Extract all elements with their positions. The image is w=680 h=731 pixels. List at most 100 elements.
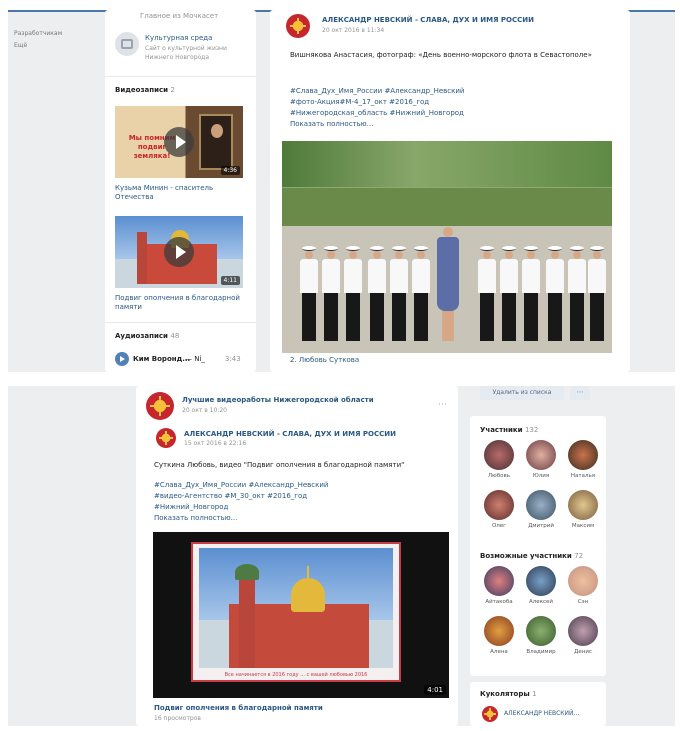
participant-name[interactable]: Алексей bbox=[522, 599, 560, 605]
sailor-figure bbox=[368, 246, 386, 341]
hashtag-line[interactable]: #Нижегородская_область #Нижний_Новгород bbox=[290, 108, 610, 119]
repost-date[interactable]: 20 окт в 10:20 bbox=[182, 407, 227, 414]
participant-name[interactable]: Айтакоба bbox=[480, 599, 518, 605]
participant-item[interactable]: Олег bbox=[480, 490, 518, 529]
avatar[interactable] bbox=[484, 440, 514, 470]
original-post-author[interactable]: АЛЕКСАНДР НЕВСКИЙ - СЛАВА, ДУХ И ИМЯ РОС… bbox=[184, 430, 396, 438]
post-date[interactable]: 20 окт 2016 в 11:34 bbox=[322, 27, 384, 34]
video-duration: 4:36 bbox=[220, 166, 240, 175]
participant-name[interactable]: Олег bbox=[480, 523, 518, 529]
video-player[interactable]: Все начинается в 2016 году ... с вашей л… bbox=[153, 532, 449, 698]
photo-caption[interactable]: 2. Любовь Суткова bbox=[290, 356, 359, 364]
audio-section-title[interactable]: Аудиозаписи 48 bbox=[115, 332, 179, 340]
sailor-figure bbox=[412, 246, 430, 341]
participant-name[interactable]: Наталья bbox=[564, 473, 602, 479]
divider bbox=[105, 76, 256, 77]
participant-name[interactable]: Любовь bbox=[480, 473, 518, 479]
avatar[interactable] bbox=[568, 490, 598, 520]
nav-item-developers[interactable]: Разработчикам bbox=[14, 28, 84, 40]
video-title-1[interactable]: Кузьма Минин - спаситель Отечества bbox=[115, 184, 245, 202]
participant-item[interactable]: Максим bbox=[564, 490, 602, 529]
sailor-figure bbox=[546, 246, 564, 341]
coordinators-title[interactable]: Куколяторы 1 bbox=[480, 690, 537, 698]
post-text: Вишнякова Анастасия, фотограф: «День вое… bbox=[290, 51, 592, 59]
play-icon bbox=[164, 127, 194, 157]
participant-item[interactable]: Владимир bbox=[522, 616, 560, 655]
participant-name[interactable]: Владимир bbox=[522, 649, 560, 655]
avatar[interactable] bbox=[484, 490, 514, 520]
tower-dome bbox=[235, 564, 259, 580]
community-emblem-icon[interactable] bbox=[286, 14, 310, 38]
more-actions-icon[interactable]: ⋯ bbox=[570, 386, 590, 400]
coordinators-block: Куколяторы 1 АЛЕКСАНДР НЕВСКИЙ... bbox=[470, 682, 606, 726]
participant-item[interactable]: Алексей bbox=[522, 566, 560, 605]
show-more-link[interactable]: Показать полностью... bbox=[290, 119, 610, 130]
trees-background bbox=[282, 141, 612, 187]
show-more-link[interactable]: Показать полностью... bbox=[154, 513, 444, 524]
hashtag-line[interactable]: #Слава_Дух_Имя_России #Александр_Невский bbox=[154, 480, 444, 491]
hashtag-line[interactable]: #фото-Акция#М-4_17_окт #2016_год bbox=[290, 97, 610, 108]
possible-participants-title[interactable]: Возможные участники 72 bbox=[480, 552, 583, 560]
original-post-emblem-icon[interactable] bbox=[156, 428, 176, 448]
avatar[interactable] bbox=[526, 616, 556, 646]
remove-from-list-button[interactable]: Удалить из списка bbox=[480, 386, 564, 400]
post-photo-sailors[interactable] bbox=[282, 141, 612, 353]
audio-title: — Ni_ bbox=[185, 355, 205, 363]
avatar[interactable] bbox=[526, 490, 556, 520]
participant-name[interactable]: Денис bbox=[564, 649, 602, 655]
avatar[interactable] bbox=[568, 616, 598, 646]
participant-item[interactable]: Сэн bbox=[564, 566, 602, 605]
participant-name[interactable]: Максим bbox=[564, 523, 602, 529]
group-name-link[interactable]: Культурная среда bbox=[145, 34, 212, 42]
avatar[interactable] bbox=[568, 440, 598, 470]
repost-author[interactable]: Лучшие видеоработы Нижегородской области bbox=[182, 396, 374, 404]
avatar[interactable] bbox=[484, 616, 514, 646]
play-icon bbox=[164, 237, 194, 267]
nav-item-more[interactable]: Ещё bbox=[14, 40, 84, 52]
audio-play-icon[interactable] bbox=[115, 352, 129, 366]
repost-card: Лучшие видеоработы Нижегородской области… bbox=[136, 386, 458, 726]
sailor-figure bbox=[390, 246, 408, 341]
avatar[interactable] bbox=[526, 566, 556, 596]
video-thumbnail-2[interactable]: 4:11 bbox=[115, 216, 243, 288]
video-thumbnail-1[interactable]: Мы помним подвиг земляка! 4:36 bbox=[115, 106, 243, 178]
church-image bbox=[199, 548, 393, 668]
avatar[interactable] bbox=[568, 566, 598, 596]
participant-name[interactable]: Юлия bbox=[522, 473, 560, 479]
participant-item[interactable]: Дмитрий bbox=[522, 490, 560, 529]
participant-item[interactable]: Денис bbox=[564, 616, 602, 655]
participants-title[interactable]: Участники 132 bbox=[480, 426, 538, 434]
avatar[interactable] bbox=[484, 566, 514, 596]
original-post-date[interactable]: 15 окт 2016 в 22:16 bbox=[184, 440, 246, 447]
repost-emblem-icon[interactable] bbox=[146, 392, 174, 420]
hashtag-line[interactable]: #Слава_Дух_Имя_России #Александр_Невский bbox=[290, 86, 610, 97]
participant-item[interactable]: Наталья bbox=[564, 440, 602, 479]
participant-item[interactable]: Айтакоба bbox=[480, 566, 518, 605]
portrait-face bbox=[211, 124, 223, 138]
original-post-text: Суткина Любовь, видео "Подвиг ополчения … bbox=[154, 461, 405, 469]
group-description: Сайт о культурной жизни Нижнего Новгород… bbox=[145, 45, 227, 61]
post-hashtags: #Слава_Дух_Имя_России #Александр_Невский… bbox=[290, 86, 610, 130]
more-options-icon[interactable]: ⋯ bbox=[438, 400, 448, 410]
church-tower bbox=[137, 232, 147, 284]
hashtag-line[interactable]: #Нижний_Новгород bbox=[154, 502, 444, 513]
portrait-image bbox=[199, 114, 233, 170]
participant-name[interactable]: Дмитрий bbox=[522, 523, 560, 529]
videos-section-title[interactable]: Видеозаписи 2 bbox=[115, 86, 175, 94]
church-bell-tower bbox=[239, 574, 255, 668]
coordinator-name[interactable]: АЛЕКСАНДР НЕВСКИЙ... bbox=[504, 710, 579, 717]
coordinator-emblem-icon[interactable] bbox=[482, 706, 498, 722]
group-avatar[interactable] bbox=[115, 32, 139, 56]
avatar[interactable] bbox=[526, 440, 556, 470]
participant-name[interactable]: Алена bbox=[480, 649, 518, 655]
video-title-2[interactable]: Подвиг ополчения в благодарной памяти bbox=[115, 294, 247, 312]
participant-item[interactable]: Алена bbox=[480, 616, 518, 655]
participant-item[interactable]: Юлия bbox=[522, 440, 560, 479]
participant-name[interactable]: Сэн bbox=[564, 599, 602, 605]
participant-item[interactable]: Любовь bbox=[480, 440, 518, 479]
side-column: Главное из Мочкасет Культурная среда Сай… bbox=[105, 10, 256, 372]
post-author[interactable]: АЛЕКСАНДР НЕВСКИЙ - СЛАВА, ДУХ И ИМЯ РОС… bbox=[322, 16, 534, 24]
video-title[interactable]: Подвиг ополчения в благодарной памяти bbox=[154, 704, 323, 712]
audio-artist: Ким Воронд... bbox=[133, 355, 191, 363]
hashtag-line[interactable]: #видео-Агентство #М_30_окт #2016_год bbox=[154, 491, 444, 502]
